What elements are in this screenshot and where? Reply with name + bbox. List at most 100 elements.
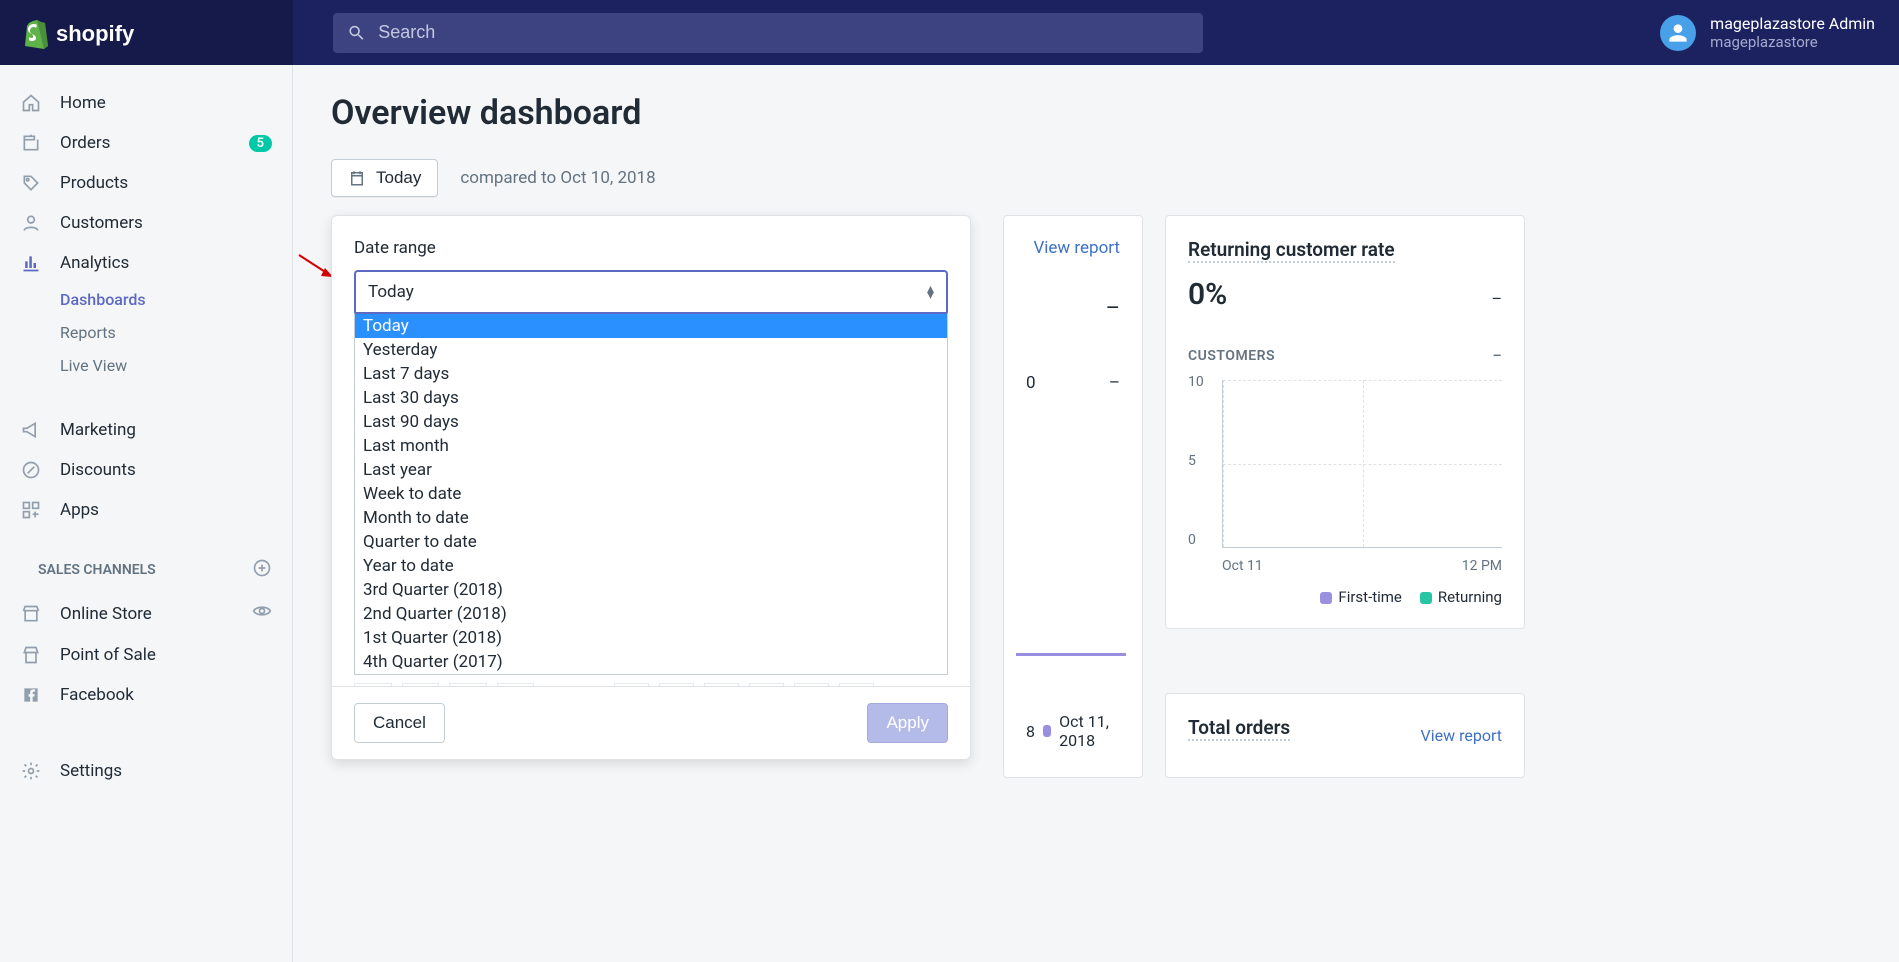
section-dash: –	[1493, 348, 1502, 364]
facebook-icon	[20, 684, 42, 706]
search-box[interactable]	[333, 13, 1203, 53]
cal-day[interactable]: 27	[704, 683, 739, 686]
view-store-button[interactable]	[252, 601, 272, 626]
sidebar-item-marketing[interactable]: Marketing	[0, 410, 292, 450]
sidebar-item-label: Settings	[60, 761, 122, 781]
cal-day[interactable]: 30	[449, 683, 487, 686]
option-4th-quarter-2017[interactable]: 4th Quarter (2017)	[355, 650, 947, 674]
sidebar-item-analytics[interactable]: Analytics	[0, 243, 292, 283]
sidebar-item-apps[interactable]: Apps	[0, 490, 292, 530]
search-input[interactable]	[378, 22, 1189, 43]
sidebar-item-discounts[interactable]: Discounts	[0, 450, 292, 490]
calendar-peek-row: 28 29 30 31 25 26 27 28 29	[354, 675, 948, 686]
option-year-to-date[interactable]: Year to date	[355, 554, 947, 578]
sidebar-item-home[interactable]: Home	[0, 83, 292, 123]
channels-header-label: SALES CHANNELS	[38, 562, 156, 578]
apply-button[interactable]: Apply	[867, 703, 948, 743]
sidebar-item-online-store[interactable]: Online Store	[0, 592, 292, 635]
channels-header: SALES CHANNELS	[0, 558, 292, 592]
calendar-left: 28 29 30 31	[354, 683, 534, 686]
subnav-dashboards[interactable]: Dashboards	[60, 283, 292, 316]
option-month-to-date[interactable]: Month to date	[355, 506, 947, 530]
view-report-link[interactable]: View report	[1026, 238, 1120, 258]
analytics-icon	[20, 252, 42, 274]
sidebar-item-label: Analytics	[60, 253, 129, 273]
view-report-link[interactable]: View report	[1421, 726, 1502, 745]
sidebar-item-orders[interactable]: Orders 5	[0, 123, 292, 163]
user-menu[interactable]: mageplazastore Admin mageplazastore	[1636, 14, 1899, 51]
subnav-live-view[interactable]: Live View	[60, 349, 292, 382]
megaphone-icon	[20, 419, 42, 441]
sidebar-item-products[interactable]: Products	[0, 163, 292, 203]
gear-icon	[20, 760, 42, 782]
cal-day[interactable]: 28	[749, 683, 784, 686]
compared-text: compared to Oct 10, 2018	[460, 168, 655, 188]
option-last-7-days[interactable]: Last 7 days	[355, 362, 947, 386]
discounts-icon	[20, 459, 42, 481]
apps-icon	[20, 499, 42, 521]
cancel-button[interactable]: Cancel	[354, 703, 445, 743]
store-icon	[20, 603, 42, 625]
peek-legend: 8 Oct 11, 2018	[1026, 712, 1120, 750]
legend-label: First-time	[1338, 588, 1401, 606]
option-2nd-quarter-2018[interactable]: 2nd Quarter (2018)	[355, 602, 947, 626]
orders-badge: 5	[249, 135, 272, 152]
option-last-month[interactable]: Last month	[355, 434, 947, 458]
peek-partial-number: 8	[1026, 722, 1035, 741]
sidebar-item-pos[interactable]: Point of Sale	[0, 635, 292, 675]
peek-card: View report – 0 – 8 Oct 11, 2018	[1003, 215, 1143, 778]
y-tick: 5	[1188, 453, 1204, 469]
user-info: mageplazastore Admin mageplazastore	[1710, 14, 1875, 51]
topbar: shopify mageplazastore Admin mageplazast…	[0, 0, 1899, 65]
customers-label: CUSTOMERS –	[1188, 348, 1502, 364]
sidebar-item-settings[interactable]: Settings	[0, 751, 292, 791]
date-range-select[interactable]: Today ▴▾	[354, 270, 948, 312]
calendar-right: 25 26 27 28 29 30	[614, 683, 874, 686]
option-last-30-days[interactable]: Last 30 days	[355, 386, 947, 410]
option-week-to-date[interactable]: Week to date	[355, 482, 947, 506]
cal-day[interactable]: 25	[614, 683, 649, 686]
cal-day[interactable]: 30	[839, 683, 874, 686]
subnav-reports[interactable]: Reports	[60, 316, 292, 349]
add-channel-button[interactable]	[252, 558, 272, 582]
sidebar-item-label: Customers	[60, 213, 143, 233]
option-3rd-quarter-2018[interactable]: 3rd Quarter (2018)	[355, 578, 947, 602]
orders-icon	[20, 132, 42, 154]
cal-day[interactable]: 26	[659, 683, 694, 686]
layout: Home Orders 5 Products Customers Analyti…	[0, 65, 1899, 962]
cal-day[interactable]: 31	[497, 683, 535, 686]
cal-day[interactable]: 29	[402, 683, 440, 686]
cal-day[interactable]: 28	[354, 683, 392, 686]
nav-section-channels: SALES CHANNELS Online Store Point of Sal…	[0, 558, 292, 715]
y-tick: 0	[1188, 532, 1204, 548]
popover-footer: Cancel Apply	[332, 686, 970, 759]
date-range-options: Today Yesterday Last 7 days Last 30 days…	[354, 312, 948, 675]
avatar	[1660, 15, 1696, 51]
option-yesterday[interactable]: Yesterday	[355, 338, 947, 362]
option-today[interactable]: Today	[355, 314, 947, 338]
metric-value: 0	[1026, 373, 1036, 393]
card-title: Returning customer rate	[1188, 238, 1395, 263]
sidebar-item-label: Home	[60, 93, 106, 113]
shopify-logo[interactable]: shopify	[0, 0, 293, 65]
legend-swatch-icon	[1043, 725, 1051, 737]
sidebar-item-customers[interactable]: Customers	[0, 203, 292, 243]
popover-body[interactable]: Date range Today ▴▾ Today Yesterday Last…	[332, 216, 970, 686]
option-quarter-to-date[interactable]: Quarter to date	[355, 530, 947, 554]
y-axis: 10 5 0	[1188, 374, 1204, 548]
sidebar-item-facebook[interactable]: Facebook	[0, 675, 292, 715]
peek-legend-label: Oct 11, 2018	[1059, 712, 1120, 750]
select-value: Today	[368, 282, 414, 302]
sidebar-item-label: Apps	[60, 500, 99, 520]
customers-icon	[20, 212, 42, 234]
option-last-year[interactable]: Last year	[355, 458, 947, 482]
option-last-90-days[interactable]: Last 90 days	[355, 410, 947, 434]
date-button-label: Today	[376, 168, 421, 188]
main-area: Date range Today ▴▾ Today Yesterday Last…	[331, 215, 1861, 778]
select-caret-icon: ▴▾	[927, 286, 934, 298]
returning-customer-card: Returning customer rate 0% – CUSTOMERS –…	[1165, 215, 1525, 629]
sidebar-item-label: Point of Sale	[60, 645, 156, 665]
option-1st-quarter-2018[interactable]: 1st Quarter (2018)	[355, 626, 947, 650]
cal-day[interactable]: 29	[794, 683, 829, 686]
date-range-button[interactable]: Today	[331, 159, 438, 197]
